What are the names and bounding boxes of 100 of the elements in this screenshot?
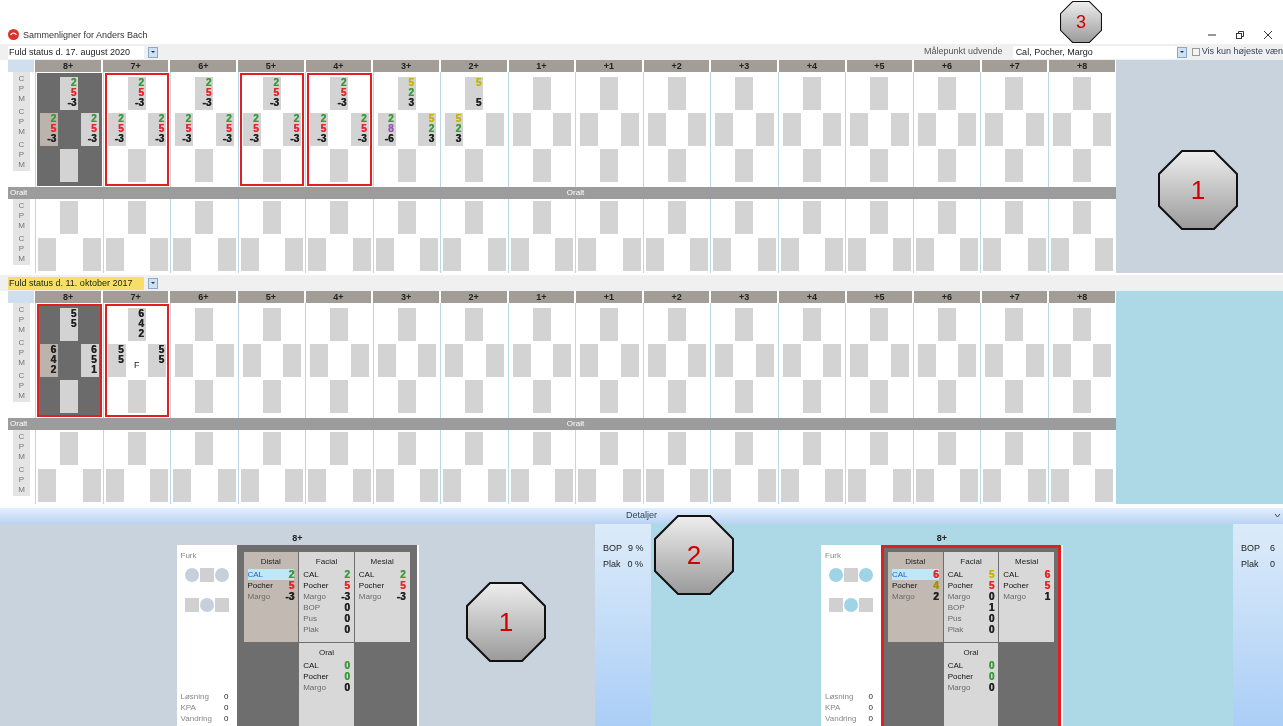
row-label: C (18, 233, 25, 244)
measure-row[interactable]: Plak 0 (303, 624, 350, 635)
tooth-header: 8+ (35, 60, 101, 72)
measure-row[interactable]: Pocher 0 (303, 671, 350, 682)
measure-row[interactable]: BOP 0 (303, 602, 350, 613)
measure-row[interactable]: Margo 2 (892, 591, 939, 602)
measurement-box (465, 432, 484, 465)
measure-value: 0 (988, 671, 995, 682)
tooth-cell[interactable]: 6 4 2 5 5 F 5 5 (104, 304, 169, 417)
measure-value: 0 (344, 682, 350, 693)
measure-row[interactable]: Pocher 5 (247, 580, 295, 591)
measure-row[interactable]: CAL 6 (892, 569, 939, 580)
details-bar[interactable]: Detaljer (0, 508, 1283, 524)
measure-row[interactable]: CAL 0 (303, 660, 350, 671)
measurement-value: 1 (90, 365, 97, 375)
measurement-box (1095, 469, 1113, 502)
section-title: Mesial (369, 556, 395, 567)
measure-value: 0 (344, 671, 350, 682)
close-icon[interactable] (1263, 30, 1273, 40)
measurement-box (262, 201, 281, 234)
measure-row[interactable]: Pocher 4 (892, 580, 939, 591)
measurement-box (983, 469, 1001, 502)
stat-value: 0 (868, 713, 873, 724)
measure-row[interactable]: Pus 0 (947, 613, 995, 624)
measurement-box (485, 113, 504, 146)
measurement-box (352, 469, 371, 502)
date-dropdown[interactable]: Fuld status d. 17. august 2020 (8, 45, 144, 59)
measure-row[interactable]: CAL 5 (947, 569, 995, 580)
measurement-box (150, 469, 168, 502)
measure-row[interactable]: Margo -3 (303, 591, 350, 602)
measure-row[interactable]: Pocher 0 (947, 671, 995, 682)
dropdown-button[interactable] (1176, 46, 1187, 58)
tooth-header: +4 (778, 60, 845, 72)
measure-row[interactable]: Margo -3 (247, 591, 295, 602)
measure-row[interactable]: CAL 0 (947, 660, 995, 671)
measurement-value: 5 (225, 124, 232, 134)
measurement-box (870, 307, 889, 341)
measure-row[interactable]: CAL 2 (247, 569, 295, 580)
measure-row[interactable]: CAL 2 (358, 569, 406, 580)
measurement-box (735, 76, 754, 110)
tooth-cell[interactable]: 2 5 -3 2 5 -3 2 5 -3 (37, 73, 102, 186)
measurement-value: 5 (293, 124, 299, 134)
stat-value: 0 (224, 691, 229, 702)
measure-row[interactable]: Pocher 5 (947, 580, 995, 591)
tooth-title: 8+ (292, 532, 303, 544)
measurement-box (645, 469, 664, 502)
measure-row[interactable]: Margo 0 (303, 682, 350, 693)
dropdown-button[interactable] (148, 277, 158, 289)
tooth-cell[interactable]: 2 5 -3 2 5 -3 2 5 -3 (307, 73, 372, 186)
stat-value: 0 (868, 702, 873, 713)
measurement-box (465, 201, 484, 234)
dropdown-button[interactable] (148, 46, 158, 58)
measurement-box (510, 469, 529, 502)
measurement-value: 3 (455, 134, 461, 144)
stat-label: KPA (825, 702, 841, 713)
measure-row[interactable]: Margo 0 (947, 591, 995, 602)
measure-row[interactable]: CAL 6 (1003, 569, 1050, 580)
stat-value: 0 (224, 702, 229, 713)
measure-row[interactable]: BOP 1 (947, 602, 995, 613)
measure-row[interactable]: Pocher 5 (1003, 580, 1050, 591)
measure-value: 1 (988, 602, 995, 613)
tooth-cell[interactable]: 5 5 6 4 2 6 5 1 (37, 304, 102, 417)
measurement-value: 4 (138, 318, 144, 329)
measure-row[interactable]: Plak 0 (947, 624, 995, 635)
measure-row[interactable]: CAL 2 (303, 569, 350, 580)
measurement-box (1093, 113, 1111, 146)
measure-row[interactable]: Margo -3 (358, 591, 406, 602)
measurement-box (397, 432, 416, 465)
measurement-box (397, 380, 416, 414)
measurement-box (600, 380, 619, 414)
measurement-box (262, 380, 281, 414)
section-title: Facial (959, 556, 983, 567)
measurement-box (667, 432, 686, 465)
tooth-cell[interactable]: 2 5 -3 2 5 -3 2 5 -3 (104, 73, 169, 186)
measure-row[interactable]: Margo 0 (947, 682, 995, 693)
measurement-box (892, 238, 911, 271)
measure-row[interactable]: Pocher 5 (358, 580, 406, 591)
measure-row[interactable]: Pocher 5 (303, 580, 350, 591)
date-dropdown[interactable]: Fuld status d. 11. oktober 2017 (8, 276, 144, 290)
measurement-box (937, 380, 956, 414)
measurement-box (802, 307, 821, 341)
tooth-cell[interactable]: 2 5 -3 2 5 -3 2 5 -3 (239, 73, 304, 186)
row-label: M (18, 324, 25, 335)
stat-label: Plak (1241, 558, 1259, 570)
measurement-box (330, 380, 349, 414)
measurement-box (985, 113, 1003, 146)
row-label: P (18, 210, 25, 221)
measure-dropdown[interactable]: Cal, Pocher, Margo (1012, 45, 1177, 59)
measurement-value: 2 (428, 124, 434, 134)
window-title: Sammenligner for Anders Bach (23, 29, 148, 41)
checkbox[interactable] (1191, 48, 1200, 56)
measurement-value: 5 (340, 87, 347, 98)
measure-value: 6 (1044, 569, 1050, 580)
measurement-value: 2 (185, 114, 191, 124)
measurement-value: 2 (293, 114, 299, 124)
measure-value: 0 (988, 591, 995, 602)
restore-icon[interactable] (1235, 30, 1245, 40)
measure-row[interactable]: Margo 1 (1003, 591, 1050, 602)
measurement-box (60, 432, 79, 465)
measure-row[interactable]: Pus 0 (303, 613, 350, 624)
